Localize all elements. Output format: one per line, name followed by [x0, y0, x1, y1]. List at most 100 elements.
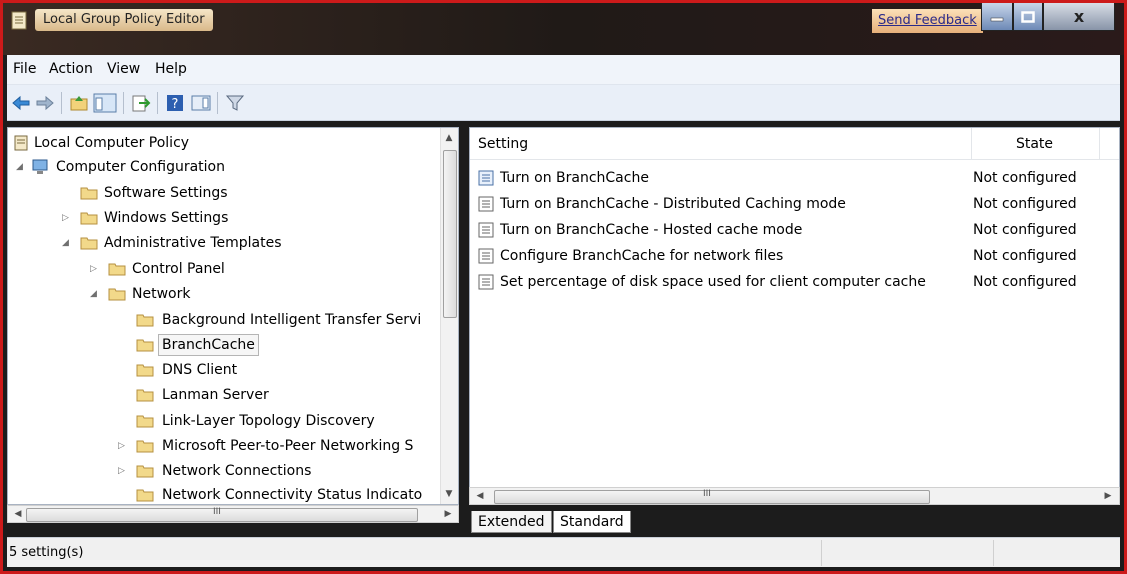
setting-state: Not configured [973, 170, 1077, 186]
filter-icon[interactable] [225, 93, 245, 113]
maximize-button[interactable] [1013, 3, 1043, 31]
setting-icon [478, 196, 494, 212]
tree-label: DNS Client [162, 362, 238, 378]
send-feedback-link[interactable]: Send Feedback [872, 9, 983, 33]
setting-name: Turn on BranchCache - Distributed Cachin… [500, 196, 846, 212]
setting-state: Not configured [973, 248, 1077, 264]
setting-state: Not configured [973, 222, 1077, 238]
tree-vertical-scrollbar[interactable]: ▲ ▼ [440, 128, 458, 504]
export-list-icon[interactable] [131, 93, 151, 113]
folder-icon [80, 187, 98, 200]
tree-label: Lanman Server [162, 387, 269, 403]
folder-icon [108, 288, 126, 301]
scroll-right-arrow-icon[interactable]: ▶ [1100, 488, 1116, 504]
expanded-arrow-icon[interactable]: ◢ [62, 238, 72, 248]
folder-icon [80, 212, 98, 225]
setting-icon [478, 222, 494, 238]
menu-action[interactable]: Action [49, 61, 93, 77]
folder-icon [108, 263, 126, 276]
list-row[interactable]: Configure BranchCache for network files … [470, 244, 1119, 268]
tree-vertical-scroll-thumb[interactable] [443, 150, 457, 318]
folder-icon [136, 489, 154, 502]
expanded-arrow-icon[interactable]: ◢ [16, 162, 26, 172]
tree-label: Network [132, 286, 191, 302]
menu-bar: File Action View Help [7, 55, 1120, 85]
close-icon: x [1073, 7, 1085, 26]
back-icon[interactable] [11, 93, 31, 113]
status-text: 5 setting(s) [9, 545, 84, 560]
computer-icon [32, 159, 48, 174]
collapsed-arrow-icon[interactable]: ▷ [118, 441, 128, 451]
title-bar[interactable]: Local Group Policy Editor Send Feedback … [3, 3, 1124, 55]
list-horizontal-scrollbar[interactable]: ◀ III ▶ [469, 487, 1120, 505]
folder-icon [136, 415, 154, 428]
help-icon[interactable]: ? [165, 93, 185, 113]
folder-icon [136, 364, 154, 377]
toolbar-separator [123, 92, 124, 114]
expanded-arrow-icon[interactable]: ◢ [90, 289, 100, 299]
list-horizontal-scroll-thumb[interactable]: III [494, 489, 930, 504]
folder-icon [136, 314, 154, 327]
settings-list[interactable]: Setting State Turn on BranchCache Not co… [469, 127, 1120, 505]
scroll-right-arrow-icon[interactable]: ▶ [440, 506, 456, 522]
scroll-left-arrow-icon[interactable]: ◀ [10, 506, 26, 522]
status-divider [993, 540, 994, 566]
status-bar: 5 setting(s) [7, 537, 1120, 567]
window-title: Local Group Policy Editor [35, 9, 213, 31]
tree-label: Software Settings [104, 185, 228, 201]
tree-label: Background Intelligent Transfer Servi [162, 312, 422, 328]
setting-icon [478, 274, 494, 290]
tree-label: Link-Layer Topology Discovery [162, 413, 375, 429]
menu-view[interactable]: View [107, 61, 140, 77]
show-hide-action-pane-icon[interactable] [191, 93, 211, 113]
tree-horizontal-scrollbar[interactable]: ◀ III ▶ [7, 505, 459, 523]
forward-icon[interactable] [35, 93, 55, 113]
tree-label: Network Connectivity Status Indicato [162, 487, 423, 503]
list-row[interactable]: Turn on BranchCache - Distributed Cachin… [470, 192, 1119, 216]
scroll-left-arrow-icon[interactable]: ◀ [472, 488, 488, 504]
scroll-down-arrow-icon[interactable]: ▼ [441, 486, 457, 502]
tree-label: Administrative Templates [104, 235, 282, 251]
console-tree[interactable]: Local Computer Policy ◢ Computer Configu… [7, 127, 459, 505]
collapsed-arrow-icon[interactable]: ▷ [62, 213, 72, 223]
show-hide-console-tree-icon[interactable] [93, 93, 117, 113]
list-row[interactable]: Turn on BranchCache Not configured [470, 166, 1119, 190]
tab-extended[interactable]: Extended [471, 511, 552, 533]
toolbar-separator [217, 92, 218, 114]
view-tabs: Extended Standard [469, 511, 1120, 535]
setting-icon [478, 170, 494, 186]
tree-label: Computer Configuration [56, 159, 225, 175]
list-row[interactable]: Set percentage of disk space used for cl… [470, 270, 1119, 294]
scroll-up-arrow-icon[interactable]: ▲ [441, 130, 457, 146]
menu-file[interactable]: File [13, 61, 36, 77]
close-button[interactable]: x [1043, 3, 1115, 31]
minimize-icon [990, 17, 1004, 21]
menu-help[interactable]: Help [155, 61, 187, 77]
setting-name: Set percentage of disk space used for cl… [500, 274, 926, 290]
folder-icon [136, 339, 154, 352]
collapsed-arrow-icon[interactable]: ▷ [90, 264, 100, 274]
tree-horizontal-scroll-thumb[interactable]: III [26, 507, 418, 522]
list-row[interactable]: Turn on BranchCache - Hosted cache mode … [470, 218, 1119, 242]
folder-icon [136, 389, 154, 402]
tree-label: Network Connections [162, 463, 312, 479]
setting-state: Not configured [973, 196, 1077, 212]
column-header-state[interactable]: State [970, 128, 1100, 160]
folder-icon [136, 440, 154, 453]
policy-document-icon [14, 135, 28, 151]
tree-label: Control Panel [132, 261, 225, 277]
setting-name: Configure BranchCache for network files [500, 248, 784, 264]
toolbar-separator [157, 92, 158, 114]
up-folder-icon[interactable] [69, 93, 89, 113]
column-header-setting[interactable]: Setting [478, 128, 972, 160]
folder-icon [136, 465, 154, 478]
tab-standard[interactable]: Standard [553, 511, 631, 533]
collapsed-arrow-icon[interactable]: ▷ [118, 466, 128, 476]
scroll-grip: III [703, 489, 711, 499]
scroll-grip: III [213, 507, 221, 517]
tree-label: Windows Settings [104, 210, 229, 226]
setting-icon [478, 248, 494, 264]
maximize-icon [1021, 10, 1035, 23]
minimize-button[interactable] [981, 3, 1013, 31]
setting-state: Not configured [973, 274, 1077, 290]
